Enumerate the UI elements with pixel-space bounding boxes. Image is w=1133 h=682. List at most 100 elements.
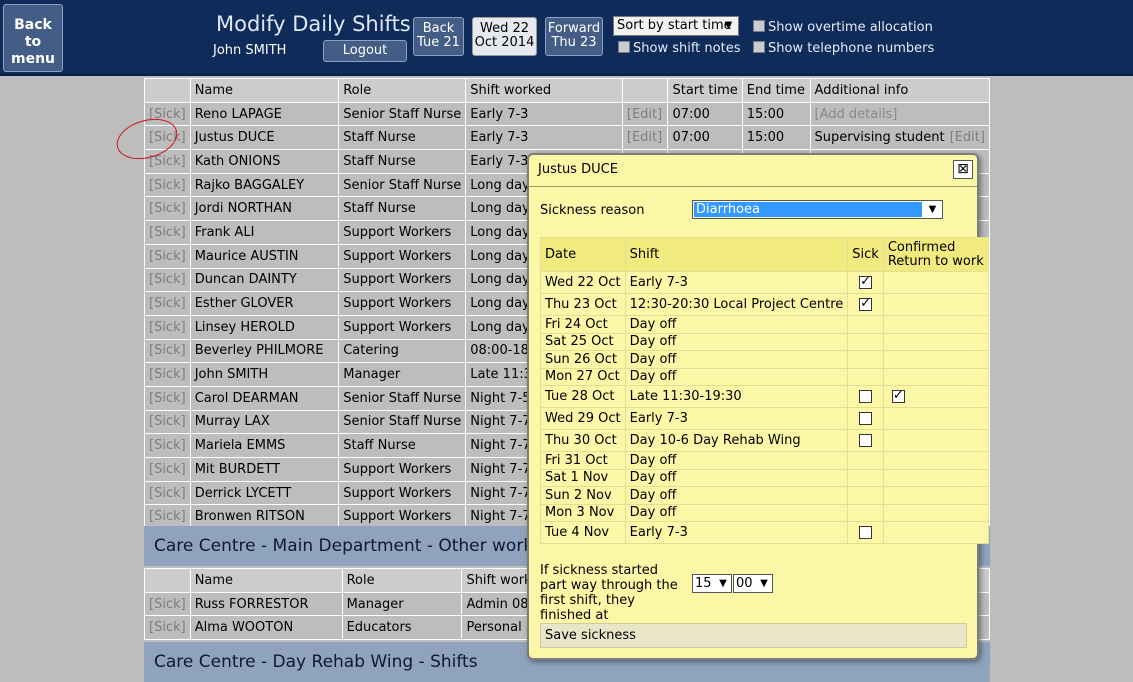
show-overtime-option[interactable]: Show overtime allocation (753, 20, 933, 35)
nav-forward-button[interactable]: Forward Thu 23 (545, 17, 603, 56)
sick-link[interactable]: [Sick] (144, 220, 191, 245)
nav-back-label: Back (422, 21, 455, 36)
sick-link[interactable]: [Sick] (144, 172, 191, 198)
current-date-button[interactable]: Wed 22 Oct 2014 (472, 17, 537, 56)
sick-checkbox[interactable] (859, 296, 873, 311)
shift-worked-text: Long day (470, 201, 530, 217)
col-header-info: Additional info (809, 78, 991, 103)
staff-role-text: Staff Nurse (343, 201, 416, 217)
staff-name: Kath ONIONS (189, 149, 340, 174)
shift-description: Day off (624, 451, 849, 470)
edit-shift-link-text: [Edit] (626, 106, 663, 122)
edit-shift-link-text: [Edit] (626, 130, 663, 146)
edit-shift-link[interactable]: [Edit] (621, 101, 669, 127)
sickness-shift-row: Tue 4 Nov Early 7-3 (540, 521, 989, 544)
sick-link[interactable]: [Sick] (144, 267, 191, 293)
edit-shift-link[interactable]: [Edit] (621, 125, 669, 151)
sick-link[interactable]: [Sick] (144, 385, 191, 411)
sick-link[interactable]: [Sick] (144, 409, 191, 435)
staff-name: Frank ALI (189, 220, 340, 245)
sickness-shift-table: Date Shift Sick Confirmed Return to work… (540, 237, 989, 544)
staff-name-text: Derrick LYCETT (194, 485, 292, 501)
additional-info[interactable]: [Add details] (809, 101, 991, 127)
staff-role-text: Senior Staff Nurse (343, 390, 462, 406)
staff-role: Manager (338, 362, 467, 387)
staff-name-text: Mit BURDETT (194, 461, 281, 477)
save-sickness-button[interactable]: Save sickness (540, 623, 967, 648)
sick-checkbox[interactable] (859, 434, 873, 447)
sick-link[interactable]: [Sick] (144, 504, 191, 530)
sick-cell (847, 486, 884, 505)
edit-info-link[interactable]: [Edit] (950, 130, 985, 145)
staff-name: Murray LAX (189, 409, 340, 435)
shift-date: Sat 1 Nov (540, 468, 626, 487)
show-telephone-checkbox[interactable] (753, 41, 765, 53)
sick-link[interactable]: [Sick] (144, 314, 191, 340)
staff-role-text: Staff Nurse (343, 130, 416, 146)
sick-checkbox[interactable] (859, 274, 873, 289)
sick-link[interactable]: [Sick] (144, 615, 191, 641)
col-header-sick: Sick (847, 237, 884, 272)
shift-worked-text: Long day (470, 248, 530, 264)
sickness-shift-row: Thu 30 Oct Day 10-6 Day Rehab Wing (540, 429, 989, 452)
shift-worked-text: Long day (470, 319, 530, 335)
return-to-work-checkbox[interactable] (891, 388, 905, 403)
sick-link[interactable]: [Sick] (144, 291, 191, 316)
sick-link[interactable]: [Sick] (144, 457, 191, 482)
logout-button[interactable]: Logout (323, 40, 407, 62)
sick-link[interactable]: [Sick] (144, 362, 191, 387)
sick-checkbox[interactable] (859, 390, 873, 403)
nav-back-button[interactable]: Back Tue 21 (413, 17, 464, 56)
back-to-menu-button[interactable]: Back to menu (3, 4, 63, 72)
sick-link[interactable]: [Sick] (144, 480, 191, 506)
staff-name: Carol DEARMAN (189, 385, 340, 411)
sick-link-text: [Sick] (149, 224, 186, 240)
sick-link[interactable]: [Sick] (144, 591, 191, 617)
finish-minute-select[interactable]: 00 ▼ (733, 574, 773, 593)
return-cell (882, 486, 989, 505)
staff-name: Duncan DAINTY (189, 267, 340, 293)
show-shift-notes-option[interactable]: Show shift notes (618, 41, 740, 56)
staff-role-text: Staff Nurse (343, 438, 416, 454)
staff-name: John SMITH (189, 362, 340, 387)
col-header-confirmed-line2: Return to work (887, 253, 984, 269)
table-row: [Sick] Justus DUCE Staff Nurse Early 7-3 [Ed… (144, 125, 991, 151)
show-telephone-option[interactable]: Show telephone numbers (753, 41, 934, 56)
shift-description: Day off (624, 503, 849, 522)
sick-link[interactable]: [Sick] (144, 243, 191, 269)
return-cell (882, 367, 989, 386)
show-shift-notes-checkbox[interactable] (618, 41, 630, 53)
sickness-reason-select[interactable]: Diarrhoea ▼ (692, 200, 943, 219)
staff-role-text: Support Workers (343, 509, 452, 525)
staff-role: Manager (341, 591, 463, 617)
current-date-day: Wed 22 (479, 21, 530, 36)
staff-name-text: Duncan DAINTY (194, 272, 297, 288)
chevron-down-icon: ▼ (724, 20, 733, 31)
sick-link-text: [Sick] (149, 485, 186, 501)
staff-name-text: Beverley PHILMORE (194, 343, 324, 359)
close-icon[interactable]: ⊠ (953, 160, 973, 179)
show-overtime-checkbox[interactable] (753, 20, 765, 32)
sick-checkbox[interactable] (859, 526, 873, 539)
table-row: [Sick] Reno LAPAGE Senior Staff Nurse Early… (144, 101, 991, 127)
table-header-row: Date Shift Sick Confirmed Return to work (540, 237, 989, 272)
sickness-shift-row: Wed 22 Oct Early 7-3 (540, 271, 989, 294)
sick-link[interactable]: [Sick] (144, 196, 191, 222)
sick-link-text: [Sick] (149, 509, 186, 525)
sick-cell (847, 451, 884, 470)
return-cell (882, 451, 989, 470)
sick-checkbox[interactable] (859, 412, 873, 425)
shift-worked: Early 7-3 (465, 101, 623, 127)
sort-select[interactable]: Sort by start time ▼ (613, 16, 739, 36)
col-header-name: Name (189, 568, 343, 593)
sickness-shift-row: Wed 29 Oct Early 7-3 (540, 407, 989, 430)
return-cell (882, 521, 989, 544)
sick-link[interactable]: [Sick] (144, 433, 191, 458)
staff-name: Maurice AUSTIN (189, 243, 340, 269)
sick-cell (847, 521, 884, 544)
sickness-shift-row: Sat 25 Oct Day off (540, 332, 989, 351)
sick-link[interactable]: [Sick] (144, 338, 191, 364)
finish-hour-select[interactable]: 15 ▼ (692, 574, 732, 593)
shift-worked-text: Long day (470, 224, 530, 240)
staff-role: Catering (338, 338, 467, 364)
